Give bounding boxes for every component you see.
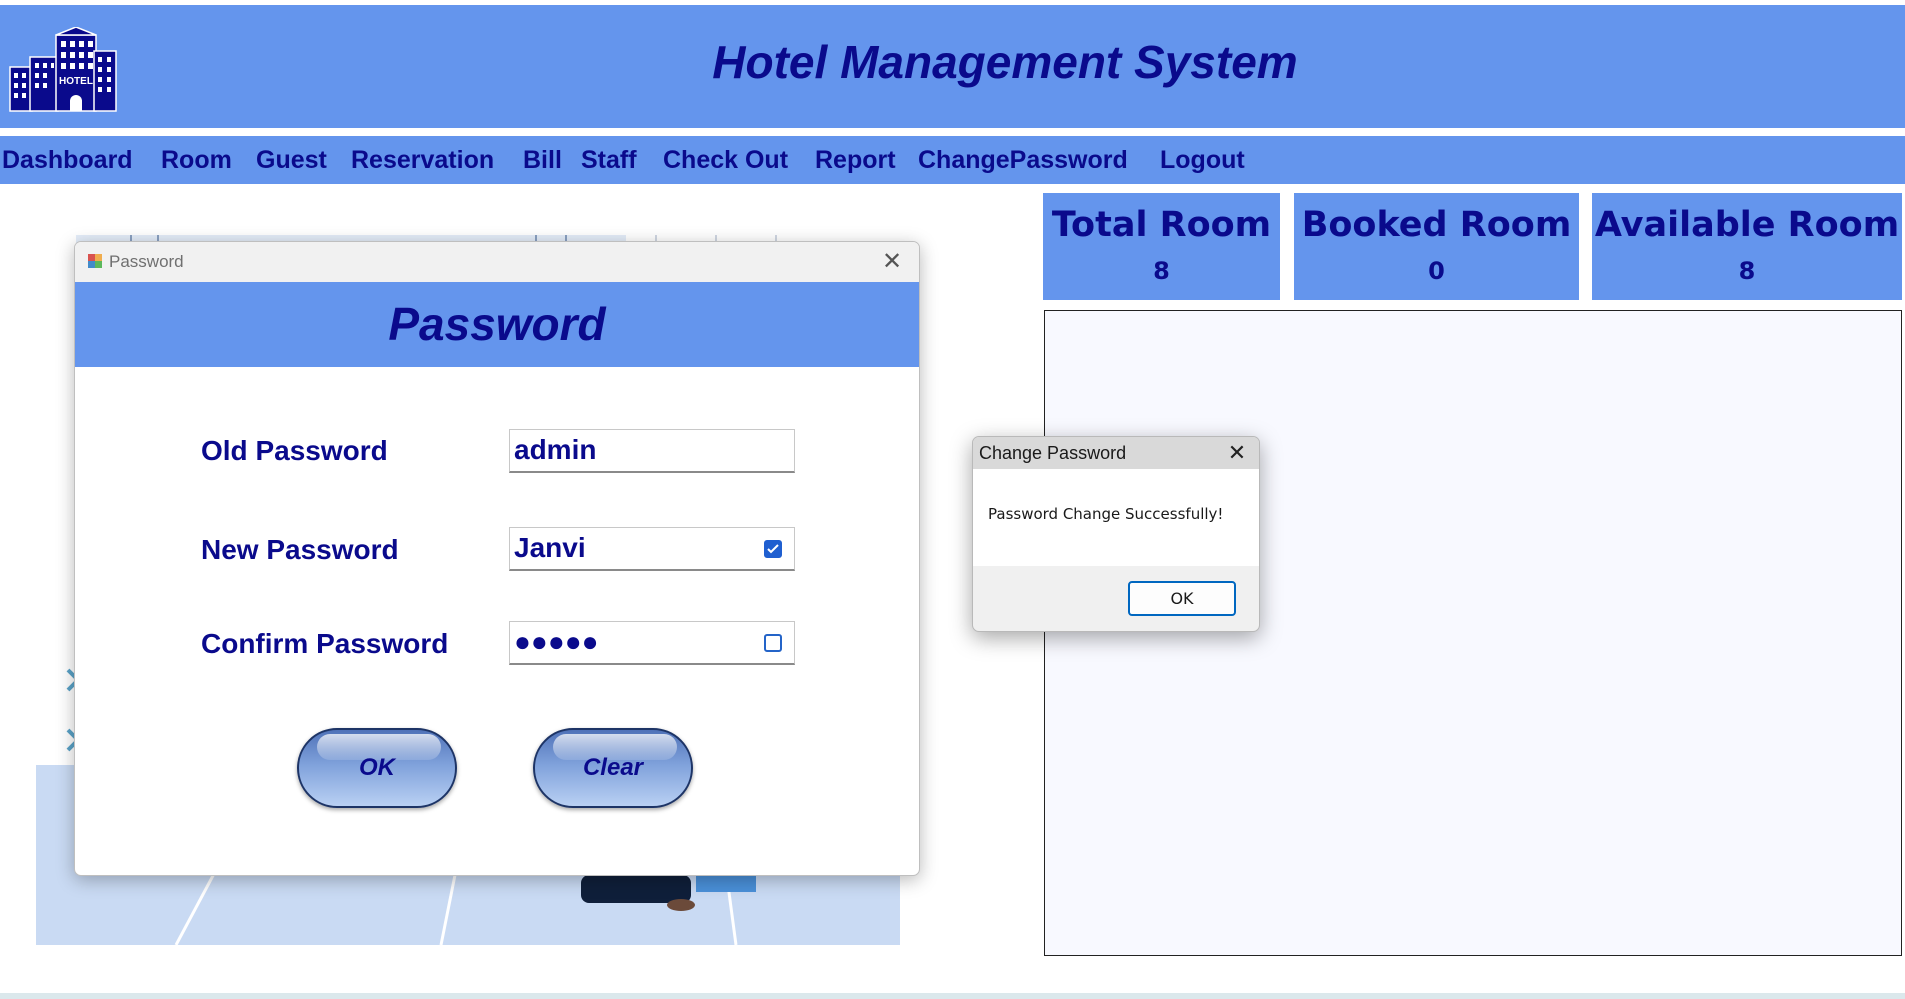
ok-button[interactable]: OK (297, 728, 457, 808)
message-box-titlebar: Change Password ✕ (973, 437, 1259, 469)
close-icon[interactable]: ✕ (1223, 439, 1251, 467)
message-box-text: Password Change Successfully! (988, 505, 1224, 523)
menu-bill[interactable]: Bill (523, 146, 562, 175)
old-password-label: Old Password (201, 435, 388, 466)
message-box-title: Change Password (979, 443, 1127, 463)
message-ok-button[interactable]: OK (1128, 581, 1236, 616)
menu-staff[interactable]: Staff (581, 146, 637, 175)
menu-reservation[interactable]: Reservation (351, 146, 494, 175)
confirm-password-input[interactable]: ●●●●● (509, 621, 795, 665)
stat-booked-room: Booked Room 0 (1294, 193, 1579, 300)
new-password-label: New Password (201, 534, 399, 565)
confirm-password-value: ●●●●● (514, 626, 599, 657)
stat-booked-value: 0 (1428, 257, 1445, 285)
stat-total-room: Total Room 8 (1043, 193, 1280, 300)
password-banner-title: Password (388, 298, 606, 350)
stat-total-value: 8 (1153, 257, 1170, 285)
password-banner: Password (75, 282, 919, 367)
menu-report[interactable]: Report (815, 146, 896, 175)
password-window: Password ✕ Password Old Password admin N… (74, 241, 920, 876)
app-title: Hotel Management System (712, 36, 1298, 88)
show-new-password-checkbox[interactable] (764, 540, 782, 558)
dashboard-content-panel (1044, 310, 1902, 956)
close-icon[interactable]: ✕ (877, 247, 907, 277)
clear-button[interactable]: Clear (533, 728, 693, 808)
check-icon (767, 544, 779, 554)
confirm-password-label: Confirm Password (201, 628, 449, 659)
old-password-input[interactable]: admin (509, 429, 795, 473)
stat-available-room: Available Room 8 (1592, 193, 1902, 300)
menu-bar: Dashboard Room Guest Reservation Bill St… (0, 136, 1905, 184)
stat-total-label: Total Room (1051, 205, 1272, 245)
menu-logout[interactable]: Logout (1160, 146, 1245, 175)
menu-dashboard[interactable]: Dashboard (2, 146, 133, 175)
new-password-input[interactable]: Janvi (509, 527, 795, 571)
new-password-value: Janvi (514, 532, 586, 563)
password-window-titlebar: Password ✕ (75, 242, 919, 282)
bottom-border (0, 993, 1905, 999)
app-header: HOTEL Hotel Management System (0, 5, 1905, 128)
clear-button-label: Clear (582, 754, 644, 781)
password-window-title: Password (109, 252, 184, 271)
ok-button-label: OK (359, 754, 395, 781)
change-password-message-box: Change Password ✕ Password Change Succes… (972, 436, 1260, 632)
show-confirm-password-checkbox[interactable] (764, 634, 782, 652)
menu-change-password[interactable]: ChangePassword (918, 146, 1128, 175)
stat-booked-label: Booked Room (1301, 205, 1572, 245)
menu-room[interactable]: Room (161, 146, 232, 175)
menu-check-out[interactable]: Check Out (663, 146, 788, 175)
message-box-body: Password Change Successfully! (973, 469, 1259, 566)
window-app-icon (88, 254, 102, 268)
stat-available-label: Available Room (1594, 205, 1900, 245)
stat-available-value: 8 (1738, 257, 1756, 285)
menu-guest[interactable]: Guest (256, 146, 327, 175)
